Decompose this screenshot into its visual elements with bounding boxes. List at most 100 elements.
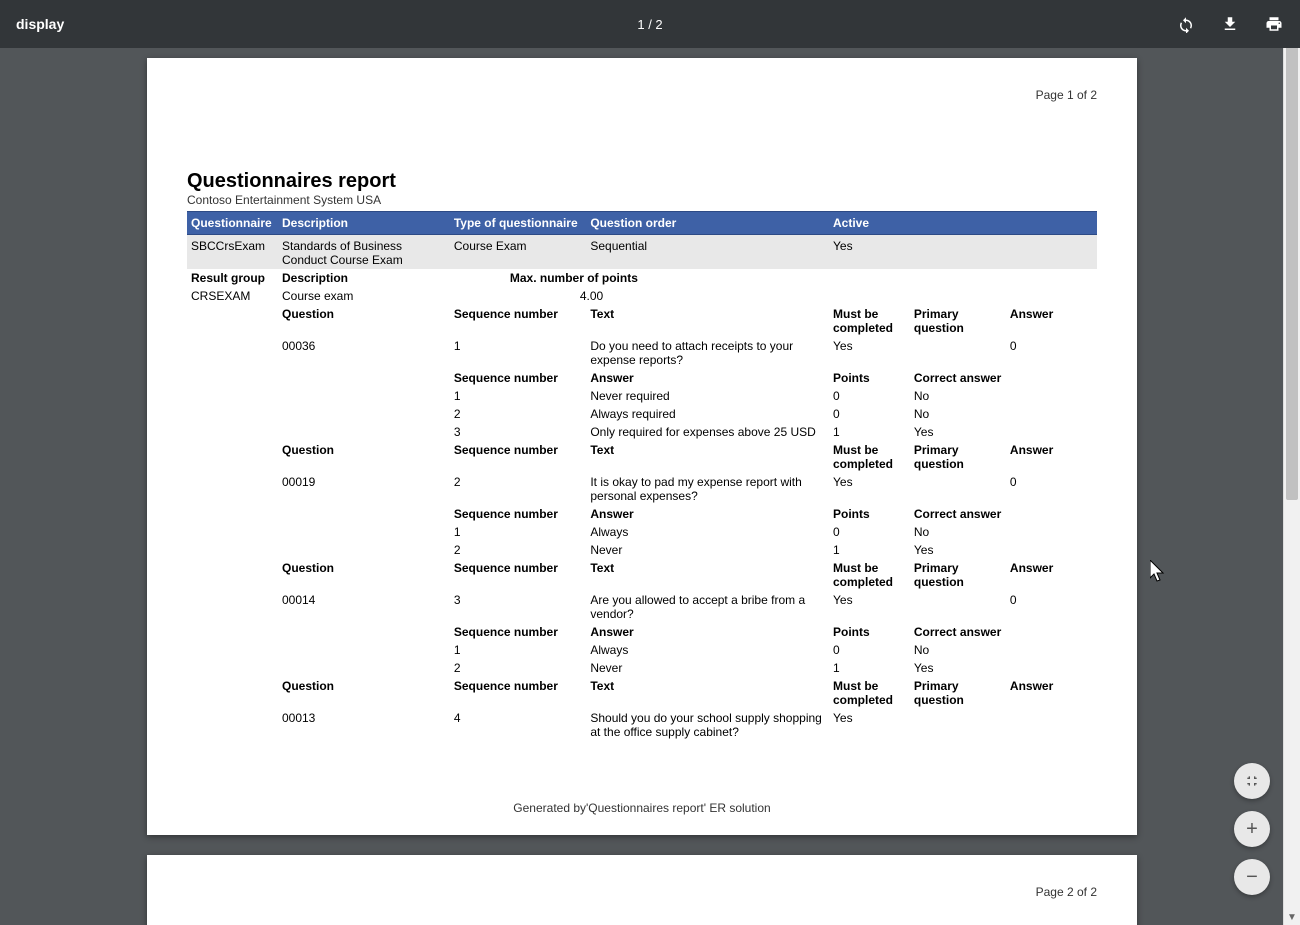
page-2: Page 2 of 2 xyxy=(147,855,1137,925)
lbl-ans-text: Answer xyxy=(586,369,829,387)
lbl-text: Text xyxy=(586,305,829,337)
question-id: 00019 xyxy=(278,473,450,505)
lbl-seq: Sequence number xyxy=(450,559,586,591)
answers-header-row: Sequence numberAnswerPointsCorrect answe… xyxy=(187,623,1097,641)
lbl-primary-q: Primary question xyxy=(910,677,1006,709)
question-header-row: QuestionSequence numberTextMust be compl… xyxy=(187,559,1097,591)
zoom-in-button[interactable]: + xyxy=(1234,811,1270,847)
answer-row: 1Never required0No xyxy=(187,387,1097,405)
report-title: Questionnaires report xyxy=(187,170,1097,193)
lbl-primary-q: Primary question xyxy=(910,559,1006,591)
lbl-text: Text xyxy=(586,559,829,591)
question-text: Do you need to attach receipts to your e… xyxy=(586,337,829,369)
lbl-must-complete: Must be completed xyxy=(829,441,910,473)
answers-header-row: Sequence numberAnswerPointsCorrect answe… xyxy=(187,369,1097,387)
col-order: Question order xyxy=(586,212,829,235)
fit-icon xyxy=(1244,773,1260,789)
print-button[interactable] xyxy=(1264,14,1284,34)
answer-seq: 1 xyxy=(450,387,586,405)
scroll-down-arrow[interactable]: ▼ xyxy=(1284,909,1300,925)
question-primary xyxy=(910,473,1006,505)
lbl-primary-q: Primary question xyxy=(910,441,1006,473)
question-answer xyxy=(1006,709,1097,741)
lbl-seq: Sequence number xyxy=(450,441,586,473)
question-id: 00036 xyxy=(278,337,450,369)
lbl-seq: Sequence number xyxy=(450,305,586,337)
lbl-question: Question xyxy=(278,305,450,337)
lbl-must-complete: Must be completed xyxy=(829,677,910,709)
lbl-max-points: Max. number of points xyxy=(450,269,829,287)
question-header-row: QuestionSequence numberTextMust be compl… xyxy=(187,305,1097,337)
lbl-ans-seq: Sequence number xyxy=(450,369,586,387)
lbl-points: Points xyxy=(829,623,910,641)
answer-points: 0 xyxy=(829,387,910,405)
report-table: Questionnaire Description Type of questi… xyxy=(187,211,1097,741)
lbl-points: Points xyxy=(829,505,910,523)
question-primary xyxy=(910,709,1006,741)
answers-header-row: Sequence numberAnswerPointsCorrect answe… xyxy=(187,505,1097,523)
answer-points: 0 xyxy=(829,523,910,541)
answer-row: 2Never1Yes xyxy=(187,541,1097,559)
answer-seq: 2 xyxy=(450,405,586,423)
question-must-complete: Yes xyxy=(829,591,910,623)
answer-text: Always xyxy=(586,523,829,541)
zoom-out-button[interactable]: − xyxy=(1234,859,1270,895)
question-seq: 2 xyxy=(450,473,586,505)
document-viewer[interactable]: Page 1 of 2 Questionnaires report Contos… xyxy=(0,48,1284,925)
answer-seq: 2 xyxy=(450,541,586,559)
rotate-button[interactable] xyxy=(1176,14,1196,34)
vertical-scrollbar[interactable]: ▲ ▼ xyxy=(1283,0,1300,925)
answer-text: Never xyxy=(586,541,829,559)
col-active: Active xyxy=(829,212,1097,235)
col-type: Type of questionnaire xyxy=(450,212,586,235)
answer-text: Only required for expenses above 25 USD xyxy=(586,423,829,441)
answer-text: Never required xyxy=(586,387,829,405)
lbl-primary-q: Primary question xyxy=(910,305,1006,337)
questionnaire-active: Yes xyxy=(829,235,1097,270)
question-answer: 0 xyxy=(1006,337,1097,369)
question-seq: 1 xyxy=(450,337,586,369)
questionnaire-type: Course Exam xyxy=(450,235,586,270)
answer-seq: 1 xyxy=(450,641,586,659)
download-button[interactable] xyxy=(1220,14,1240,34)
answer-row: 1Always0No xyxy=(187,641,1097,659)
question-text: Are you allowed to accept a bribe from a… xyxy=(586,591,829,623)
lbl-correct: Correct answer xyxy=(910,623,1097,641)
question-row: 000143Are you allowed to accept a bribe … xyxy=(187,591,1097,623)
lbl-must-complete: Must be completed xyxy=(829,559,910,591)
answer-row: 3Only required for expenses above 25 USD… xyxy=(187,423,1097,441)
lbl-correct: Correct answer xyxy=(910,369,1097,387)
lbl-question: Question xyxy=(278,441,450,473)
answer-correct: No xyxy=(910,523,1097,541)
scrollbar-thumb[interactable] xyxy=(1286,20,1298,500)
answer-points: 0 xyxy=(829,641,910,659)
question-must-complete: Yes xyxy=(829,337,910,369)
question-must-complete: Yes xyxy=(829,709,910,741)
lbl-answer: Answer xyxy=(1006,677,1097,709)
page-number-label: Page 2 of 2 xyxy=(1036,885,1097,899)
question-header-row: QuestionSequence numberTextMust be compl… xyxy=(187,441,1097,473)
question-seq: 4 xyxy=(450,709,586,741)
lbl-correct: Correct answer xyxy=(910,505,1097,523)
generated-by-footer: Generated by'Questionnaires report' ER s… xyxy=(187,801,1097,815)
answer-points: 1 xyxy=(829,541,910,559)
answer-row: 1Always0No xyxy=(187,523,1097,541)
answer-row: 2Always required0No xyxy=(187,405,1097,423)
lbl-rg-description: Description xyxy=(278,269,450,287)
question-primary xyxy=(910,337,1006,369)
page-1: Page 1 of 2 Questionnaires report Contos… xyxy=(147,58,1137,835)
minus-icon: − xyxy=(1246,866,1258,889)
lbl-text: Text xyxy=(586,441,829,473)
lbl-question: Question xyxy=(278,677,450,709)
answer-correct: Yes xyxy=(910,541,1097,559)
fit-page-button[interactable] xyxy=(1234,763,1270,799)
print-icon xyxy=(1265,15,1283,33)
question-id: 00013 xyxy=(278,709,450,741)
answer-text: Always xyxy=(586,641,829,659)
lbl-ans-text: Answer xyxy=(586,505,829,523)
lbl-question: Question xyxy=(278,559,450,591)
page-indicator: 1 / 2 xyxy=(637,17,662,32)
answer-points: 1 xyxy=(829,659,910,677)
zoom-controls: + − xyxy=(1234,763,1270,895)
question-row: 000134Should you do your school supply s… xyxy=(187,709,1097,741)
